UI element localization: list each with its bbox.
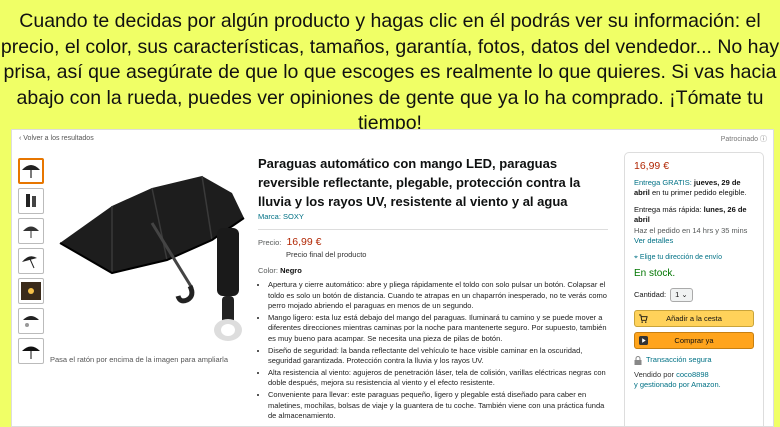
product-title: Paraguas automático con mango LED, parag… xyxy=(258,156,581,209)
seller-info: Vendido por coco8898 y gestionado por Am… xyxy=(634,370,754,391)
thumbnail-5[interactable] xyxy=(18,278,44,304)
quantity-row: Cantidad: 1 ⌄ xyxy=(634,287,754,302)
stock-status: En stock. xyxy=(634,268,676,279)
lock-icon xyxy=(634,355,642,365)
thumbnail-6[interactable] xyxy=(18,308,44,334)
product-page: ‹ Volver a los resultados Patrocinado ⓘ … xyxy=(11,129,774,427)
play-icon xyxy=(639,336,648,345)
color-label: Color: xyxy=(258,266,279,275)
buy-box: 16,99 € Entrega GRATIS: jueves, 29 de ab… xyxy=(624,152,764,426)
fulfilled-by[interactable]: Amazon. xyxy=(691,380,721,389)
product-price: 16,99 € xyxy=(286,236,322,248)
umbrella-icon xyxy=(21,282,41,300)
umbrella-icon xyxy=(26,194,36,207)
seller-prefix: Vendido por xyxy=(634,369,675,379)
color-row: Color: Negro xyxy=(258,266,610,275)
add-to-cart-label: Añadir a la cesta xyxy=(666,314,722,323)
secure-label: Transacción segura xyxy=(646,355,712,364)
buy-now-button[interactable]: Comprar ya xyxy=(634,332,754,349)
free-delivery-label[interactable]: Entrega GRATIS: xyxy=(634,178,692,187)
brand-link[interactable]: Marca: SOXY xyxy=(258,212,610,221)
price-note: Precio final del producto xyxy=(286,250,367,259)
zoom-hint: Pasa el ratón por encima de la imagen pa… xyxy=(50,355,229,364)
see-details-link[interactable]: Ver detalles xyxy=(634,236,673,245)
buybox-price: 16,99 € xyxy=(634,160,670,172)
list-item: Diseño de seguridad: la banda reflectant… xyxy=(268,346,610,367)
quantity-label: Cantidad: xyxy=(634,289,667,299)
thumbnail-3[interactable] xyxy=(18,218,44,244)
product-info: Paraguas automático con mango LED, parag… xyxy=(258,154,610,423)
fulfilled-prefix[interactable]: y gestionado por xyxy=(634,380,689,389)
thumbnail-7[interactable] xyxy=(18,338,44,364)
thumbnail-strip xyxy=(18,158,46,368)
thumbnail-1[interactable] xyxy=(18,158,44,184)
fast-delivery-label: Entrega más rápida: xyxy=(634,204,702,214)
umbrella-icon xyxy=(59,175,245,341)
umbrella-icon xyxy=(23,226,39,238)
sponsored-label[interactable]: Patrocinado ⓘ xyxy=(721,134,767,144)
color-value: Negro xyxy=(280,266,302,275)
divider xyxy=(258,229,608,230)
quantity-select[interactable]: 1 ⌄ xyxy=(670,287,693,302)
price-label: Precio: xyxy=(258,238,282,247)
buy-now-label: Comprar ya xyxy=(674,336,714,345)
list-item: Mango ligero: esta luz está debajo del m… xyxy=(268,313,610,345)
feature-list: Apertura y cierre automático: abre y pli… xyxy=(258,280,610,422)
umbrella-icon xyxy=(22,165,40,178)
secure-transaction[interactable]: Transacción segura xyxy=(634,355,754,366)
main-product-image[interactable] xyxy=(52,148,252,348)
location-link[interactable]: ⌖ Elige tu dirección de envío xyxy=(634,253,754,264)
thumbnail-4[interactable] xyxy=(18,248,44,274)
fast-delivery: Entrega más rápida: lunes, 26 de abril H… xyxy=(634,205,754,247)
free-delivery: Entrega GRATIS: jueves, 29 de abril en t… xyxy=(634,178,754,199)
umbrella-icon xyxy=(22,346,40,359)
free-delivery-suffix: en tu primer pedido elegible. xyxy=(651,188,747,197)
location-label: Elige tu dirección de envío xyxy=(639,253,723,261)
add-to-cart-button[interactable]: Añadir a la cesta xyxy=(634,310,754,327)
back-to-results-link[interactable]: ‹ Volver a los resultados xyxy=(19,135,94,142)
quantity-value: 1 xyxy=(675,289,680,299)
thumbnail-2[interactable] xyxy=(18,188,44,214)
list-item: Alta resistencia al viento: agujeros de … xyxy=(268,368,610,389)
list-item: Apertura y cierre automático: abre y pli… xyxy=(268,280,610,312)
location-pin-icon: ⌖ xyxy=(634,253,638,261)
list-item: Conveniente para llevar: este paraguas p… xyxy=(268,390,610,422)
umbrella-icon xyxy=(23,316,39,327)
price-row: Precio: 16,99 € xyxy=(258,236,610,248)
instruction-banner: Cuando te decidas por algún producto y h… xyxy=(0,10,780,134)
cart-icon xyxy=(639,314,648,323)
umbrella-icon xyxy=(22,256,37,269)
chevron-down-icon: ⌄ xyxy=(681,289,688,299)
seller-link[interactable]: coco8898 xyxy=(676,370,709,379)
order-within: Haz el pedido en 14 hrs y 35 mins xyxy=(634,225,748,235)
